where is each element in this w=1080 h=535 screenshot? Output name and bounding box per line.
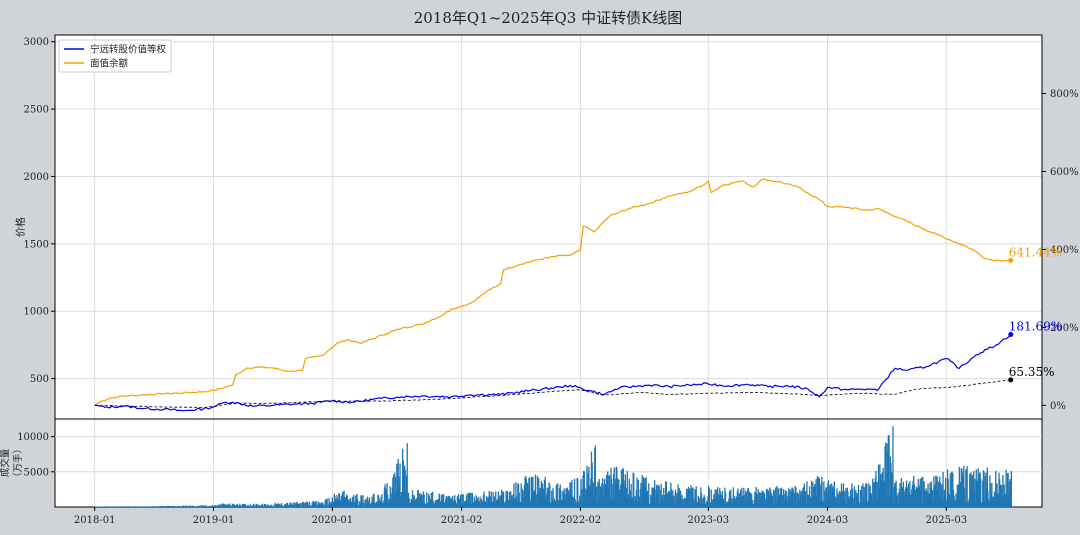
y2-tick-label: 0% <box>1050 401 1066 412</box>
x-tick-label: 2025-03 <box>926 515 968 526</box>
end-value-label-0: 641.44% <box>1009 245 1062 259</box>
volume-y-axis-label-line: 成交量 <box>0 448 11 477</box>
legend: 宁远转股价值等权面值余额 <box>59 40 171 72</box>
volume-bar <box>529 477 530 507</box>
volume-bar <box>888 435 889 507</box>
volume-bar <box>183 506 184 507</box>
main-plot-area <box>55 35 1042 419</box>
volume-bar <box>967 466 968 507</box>
y-axis-label: 价格 <box>14 217 27 237</box>
volume-y-axis-label-line: （万手） <box>12 444 24 482</box>
y-tick-label: 2500 <box>24 105 49 116</box>
volume-y-tick-label: 10000 <box>17 432 49 443</box>
volume-bar <box>868 483 869 507</box>
x-tick-label: 2018-01 <box>74 515 116 526</box>
volume-bar <box>892 426 893 507</box>
x-tick-label: 2021-02 <box>441 515 483 526</box>
volume-bar <box>866 484 867 507</box>
volume-bar <box>577 478 578 507</box>
x-tick-label: 2020-01 <box>312 515 354 526</box>
volume-bar <box>614 468 615 508</box>
x-tick-label: 2019-01 <box>193 515 235 526</box>
volume-bar <box>245 504 246 507</box>
volume-bar <box>327 499 328 507</box>
volume-bar <box>689 488 690 507</box>
y2-tick-label: 600% <box>1050 167 1079 178</box>
volume-y-tick-label: 5000 <box>24 467 49 478</box>
x-tick-label: 2023-03 <box>688 515 730 526</box>
legend-label-1: 面值余额 <box>90 58 129 70</box>
end-value-label-1: 181.69% <box>1009 320 1062 334</box>
volume-bar <box>659 486 660 507</box>
volume-bar <box>633 473 634 507</box>
volume-bar <box>1011 471 1012 507</box>
volume-bar <box>965 469 966 507</box>
volume-bar <box>648 483 649 507</box>
y-tick-label: 3000 <box>24 37 49 48</box>
volume-bar <box>950 473 951 507</box>
volume-bar <box>144 506 145 507</box>
x-tick-label: 2024-03 <box>807 515 849 526</box>
y-tick-label: 2000 <box>24 172 49 183</box>
y-tick-label: 1000 <box>24 307 49 318</box>
legend-label-0: 宁远转股价值等权 <box>90 44 167 56</box>
volume-bar <box>446 497 447 507</box>
chart-title: 2018年Q1~2025年Q3 中证转债K线图 <box>414 9 683 27</box>
volume-bar <box>854 486 855 507</box>
y-tick-label: 1500 <box>24 239 49 250</box>
volume-bar <box>795 488 796 507</box>
x-tick-label: 2022-02 <box>560 515 602 526</box>
chart-figure: 2018年Q1~2025年Q3 中证转债K线图 500 1000 1500 2000 2… <box>0 0 1080 531</box>
volume-bar <box>885 443 886 507</box>
y-tick-label: 500 <box>30 374 49 385</box>
volume-bar <box>931 481 932 507</box>
end-value-label-2: 65.35% <box>1009 365 1055 379</box>
y2-tick-label: 800% <box>1050 89 1079 100</box>
